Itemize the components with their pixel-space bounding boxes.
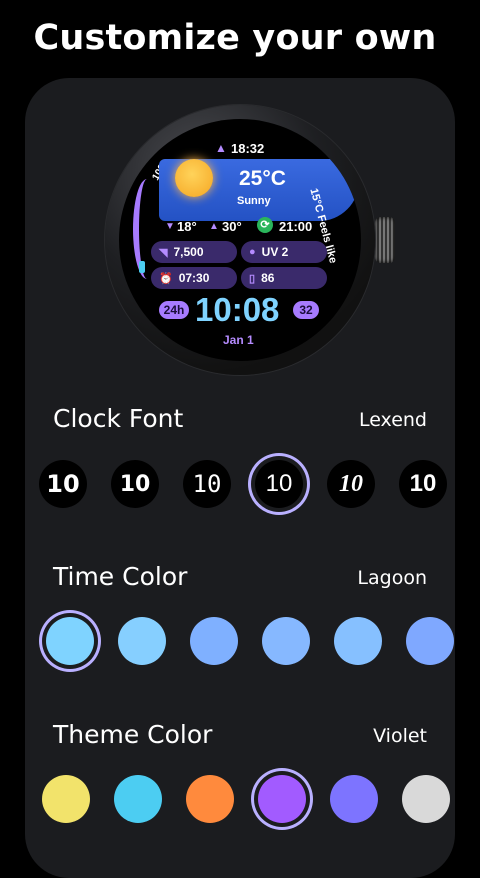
watch-crown [375,217,395,263]
font-option-3[interactable]: 10 [183,460,231,508]
theme-color-swatch-3[interactable] [186,775,234,823]
phone-battery-complication: ▯ 86 [241,267,327,289]
condition: Sunny [237,195,271,207]
time-color-swatch-5[interactable] [334,617,382,665]
phone-battery-value: 86 [261,271,275,285]
time-color-swatch-4[interactable] [262,617,310,665]
headline: Customize your own [33,18,437,58]
font-option-2[interactable]: 10 [111,460,159,508]
battery-arc [133,179,161,279]
temperature: 25°C [239,167,286,190]
sun-icon [175,159,213,197]
steps-value: 7,500 [173,245,204,259]
watch-face: 100 ▲ 18:32 25°C Sunny 15°C Feels like ▼… [119,119,361,361]
steps-complication: ◥ 7,500 [151,241,237,263]
clock-font-label: Clock Font [53,404,184,433]
shoe-icon: ◥ [159,246,168,259]
sunset-icon: ▲ [215,141,227,155]
font-option-4[interactable]: 10 [255,460,303,508]
uv-icon: ● [249,246,256,258]
theme-color-swatch-1[interactable] [42,775,90,823]
phone-icon: ▯ [249,272,256,285]
theme-color-swatch-6[interactable] [402,775,450,823]
time-color-swatch-2[interactable] [118,617,166,665]
alarm-icon: ⏰ [159,272,173,285]
low-temp: 18° [177,219,197,234]
high-temp-icon: ▲ [209,221,219,232]
sync-time: 21:00 [279,219,313,234]
time-color-label: Time Color [53,562,188,591]
watch-date: Jan 1 [223,333,254,347]
watch-preview: 100 ▲ 18:32 25°C Sunny 15°C Feels like ▼… [105,105,395,375]
uv-value: UV 2 [261,245,289,259]
time-color-swatch-1[interactable] [46,617,94,665]
alarm-value: 07:30 [178,271,210,285]
uv-complication: ● UV 2 [241,241,327,263]
watch-bezel: 100 ▲ 18:32 25°C Sunny 15°C Feels like ▼… [105,105,375,375]
theme-color-swatch-4[interactable] [258,775,306,823]
format-badge: 24h [159,301,189,319]
time-color-swatch-3[interactable] [190,617,238,665]
week-badge: 32 [293,301,319,319]
font-option-5[interactable]: 10 [327,460,375,508]
high-temp: 30° [222,219,242,234]
theme-color-label: Theme Color [53,720,213,749]
battery-icon [139,261,145,273]
time-color-swatch-6[interactable] [406,617,454,665]
time-color-value: Lagoon [357,567,427,589]
theme-color-swatch-2[interactable] [114,775,162,823]
low-temp-icon: ▼ [165,221,175,232]
theme-color-value: Violet [373,725,427,747]
clock-font-value: Lexend [358,409,427,431]
sync-icon: ⟳ [257,217,273,233]
font-option-1[interactable]: 10 [39,460,87,508]
alarm-complication: ⏰ 07:30 [151,267,237,289]
watch-time: 10:08 [195,291,280,328]
font-option-6[interactable]: 10 [399,460,447,508]
sunset-time: 18:32 [231,141,265,156]
theme-color-swatch-5[interactable] [330,775,378,823]
